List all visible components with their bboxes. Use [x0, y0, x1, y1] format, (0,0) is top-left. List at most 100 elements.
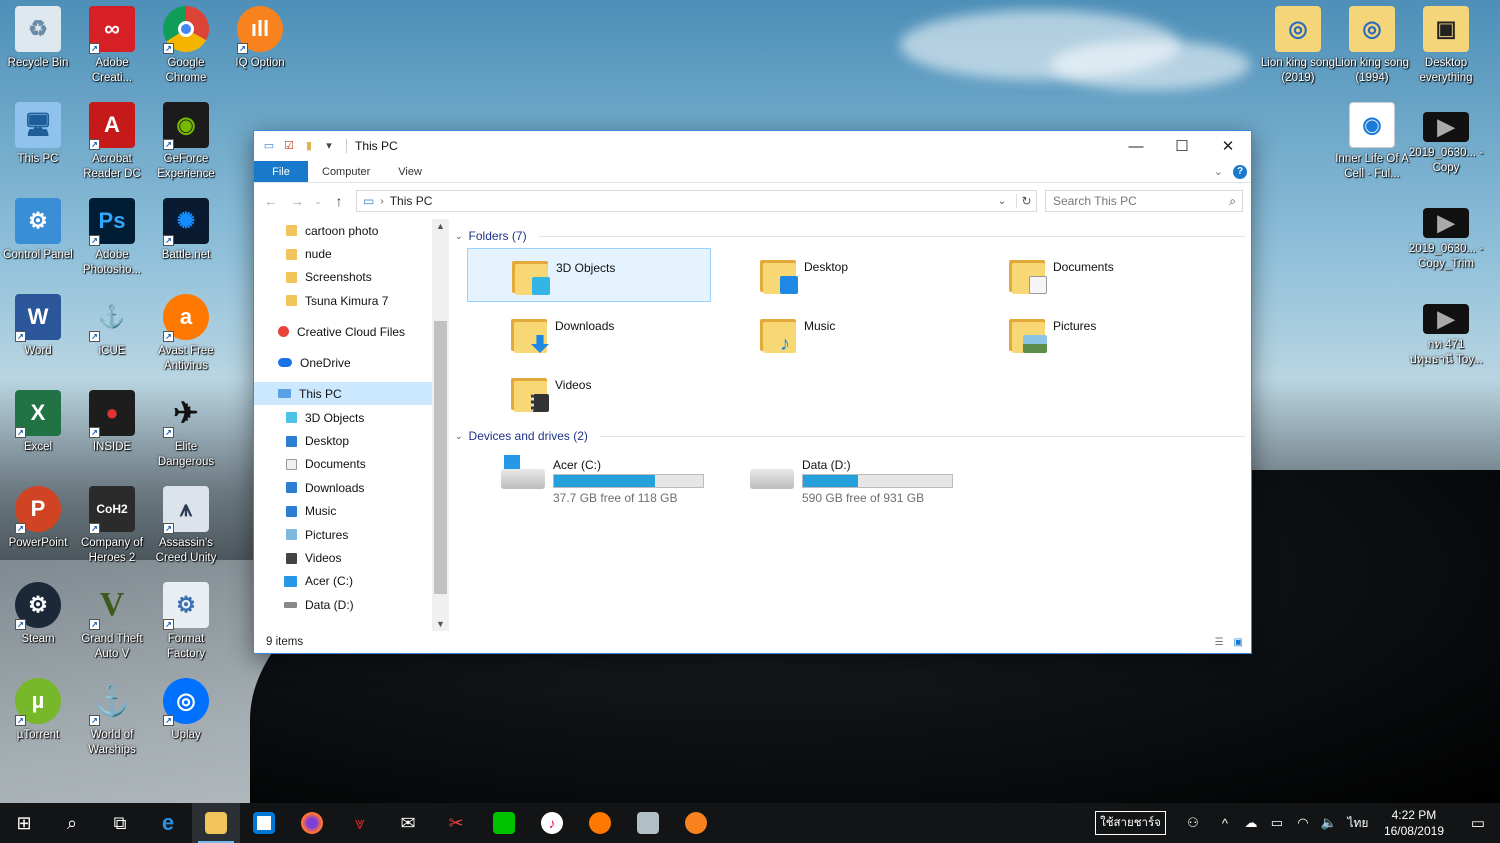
- desktop-icon-geforce[interactable]: ◉ ↗ GeForce Experience: [148, 102, 224, 182]
- tab-file[interactable]: File: [254, 161, 308, 182]
- new-folder-icon[interactable]: ▮: [302, 139, 316, 153]
- taskbar-mail[interactable]: ✉: [384, 803, 432, 843]
- desktop-icon-video-copy[interactable]: ▶ 2019_0630... - Copy: [1408, 102, 1484, 176]
- desktop-icon-photoshop[interactable]: Ps ↗ Adobe Photosho...: [74, 198, 150, 278]
- nav-item-desktop[interactable]: Desktop: [254, 429, 432, 452]
- taskbar-avast[interactable]: [576, 803, 624, 843]
- nav-item-pictures[interactable]: Pictures: [254, 523, 432, 546]
- folder-tile-3d-objects[interactable]: 3D Objects: [467, 248, 711, 302]
- drive-tile-data-d[interactable]: Data (D:) 590 GB free of 931 GB: [750, 451, 953, 505]
- nav-item-onedrive[interactable]: OneDrive: [254, 351, 432, 374]
- onedrive-tray-icon[interactable]: ☁: [1240, 815, 1262, 831]
- nav-item-screenshots[interactable]: Screenshots: [254, 266, 432, 289]
- refresh-icon[interactable]: ↻: [1016, 194, 1036, 208]
- taskbar-snipping[interactable]: ✂: [432, 803, 480, 843]
- back-arrow-icon[interactable]: ←: [262, 193, 280, 209]
- recent-locations-icon[interactable]: ⌄: [314, 196, 322, 207]
- nav-item-downloads[interactable]: Downloads: [254, 476, 432, 499]
- up-arrow-icon[interactable]: ↑: [330, 193, 348, 209]
- desktop-icon-lion-king-2019[interactable]: ◎ Lion king song (2019): [1260, 6, 1336, 86]
- help-icon[interactable]: ?: [1233, 164, 1247, 179]
- nav-item-3d-objects[interactable]: 3D Objects: [254, 406, 432, 429]
- collapse-chevron-icon[interactable]: ⌄: [455, 431, 463, 442]
- people-icon[interactable]: ⚇: [1182, 815, 1204, 831]
- desktop-icon-adobe-creative-cloud[interactable]: ∞ ↗ Adobe Creati...: [74, 6, 150, 86]
- start-button[interactable]: ⊞: [0, 803, 48, 843]
- folder-tile-music[interactable]: ♪ Music: [716, 307, 960, 361]
- scroll-up-icon[interactable]: ▲: [432, 221, 449, 231]
- desktop-icon-recycle-bin[interactable]: ♻ Recycle Bin: [0, 6, 76, 71]
- nav-item-cartoon-photo[interactable]: cartoon photo: [254, 219, 432, 242]
- desktop-icon-format-factory[interactable]: ⚙ ↗ Format Factory: [148, 582, 224, 662]
- navigation-pane[interactable]: cartoon photo nude Screenshots Tsuna Kim…: [254, 219, 449, 631]
- ime-indicator[interactable]: ใช้สายชาร์จ: [1095, 811, 1166, 835]
- nav-item-creative-cloud[interactable]: Creative Cloud Files: [254, 320, 432, 343]
- taskbar-firefox[interactable]: [288, 803, 336, 843]
- desktop-icon-icue[interactable]: ⚓ ↗ iCUE: [74, 294, 150, 359]
- properties-icon[interactable]: ☑: [282, 139, 296, 153]
- address-bar[interactable]: ▭ › This PC ⌄ ↻: [356, 190, 1037, 212]
- taskbar-line[interactable]: [480, 803, 528, 843]
- desktop-icon-acrobat[interactable]: A ↗ Acrobat Reader DC: [74, 102, 150, 182]
- desktop-icon-this-pc[interactable]: 🖥 This PC: [0, 102, 76, 167]
- desktop-icon-google-chrome[interactable]: ↗ Google Chrome: [148, 6, 224, 86]
- desktop-icon-powerpoint[interactable]: P ↗ PowerPoint: [0, 486, 76, 551]
- nav-item-tsuna-kimura[interactable]: Tsuna Kimura 7: [254, 289, 432, 312]
- devices-group-header[interactable]: ⌄ Devices and drives (2): [455, 429, 1245, 443]
- close-button[interactable]: ✕: [1205, 131, 1251, 161]
- drive-tile-acer-c[interactable]: Acer (C:) 37.7 GB free of 118 GB: [501, 451, 704, 505]
- customize-dropdown-icon[interactable]: ▾: [322, 139, 336, 153]
- search-input[interactable]: Search This PC ⌕: [1045, 190, 1243, 212]
- desktop-icon-world-of-warships[interactable]: ⚓ ↗ World of Warships: [74, 678, 150, 758]
- nav-item-this-pc[interactable]: This PC: [254, 382, 432, 406]
- collapse-chevron-icon[interactable]: ⌄: [455, 231, 463, 242]
- breadcrumb-separator-icon[interactable]: ›: [380, 196, 383, 207]
- taskbar-iq-option[interactable]: [672, 803, 720, 843]
- taskbar-file-explorer[interactable]: [192, 803, 240, 843]
- wifi-icon[interactable]: ◠: [1292, 815, 1314, 831]
- nav-item-music[interactable]: Music: [254, 500, 432, 523]
- scroll-down-icon[interactable]: ▼: [432, 619, 449, 629]
- clock[interactable]: 4:22 PM 16/08/2019: [1384, 807, 1444, 839]
- language-indicator[interactable]: ไทย: [1344, 814, 1372, 833]
- taskbar-store[interactable]: [240, 803, 288, 843]
- tab-view[interactable]: View: [384, 161, 436, 182]
- content-pane[interactable]: ⌄ Folders (7) 3D Objects Desktop Documen…: [449, 219, 1251, 631]
- desktop-icon-thai-video[interactable]: ▶ กท 471 ปทุมธานี Toy...: [1408, 294, 1484, 368]
- file-explorer-window[interactable]: ▭ ☑ ▮ ▾ This PC — ☐ ✕ File Computer View…: [253, 130, 1252, 654]
- desktop-icon-battlenet[interactable]: ✺ ↗ Battle.net: [148, 198, 224, 263]
- desktop-icon-company-of-heroes[interactable]: CoH2 ↗ Company of Heroes 2: [74, 486, 150, 566]
- task-view-button[interactable]: ⧉: [96, 803, 144, 843]
- action-center-icon[interactable]: ▭: [1456, 814, 1500, 832]
- taskbar-edge[interactable]: e: [144, 803, 192, 843]
- minimize-button[interactable]: —: [1113, 131, 1159, 161]
- desktop-icon-assassins-creed[interactable]: ⩚ ↗ Assassin's Creed Unity: [148, 486, 224, 566]
- folder-tile-desktop[interactable]: Desktop: [716, 248, 960, 302]
- taskbar-predator[interactable]: ⩔: [336, 803, 384, 843]
- nav-item-nude[interactable]: nude: [254, 242, 432, 265]
- taskbar-devices[interactable]: [624, 803, 672, 843]
- desktop-icon-lion-king-1994[interactable]: ◎ Lion king song (1994): [1334, 6, 1410, 86]
- desktop-icon-control-panel[interactable]: ⚙ Control Panel: [0, 198, 76, 263]
- nav-item-acer-c[interactable]: Acer (C:): [254, 570, 432, 593]
- folder-tile-pictures[interactable]: Pictures: [965, 307, 1209, 361]
- breadcrumb-this-pc[interactable]: This PC: [390, 194, 433, 208]
- nav-pane-scrollbar[interactable]: ▲ ▼: [432, 219, 449, 631]
- search-button[interactable]: ⌕: [48, 803, 96, 843]
- title-bar[interactable]: ▭ ☑ ▮ ▾ This PC — ☐ ✕: [254, 131, 1251, 161]
- desktop-icon-steam[interactable]: ⚙ ↗ Steam: [0, 582, 76, 647]
- folder-tile-videos[interactable]: Videos: [467, 366, 711, 420]
- desktop-icon-iq-option[interactable]: ıll ↗ IQ Option: [222, 6, 298, 71]
- taskbar-itunes[interactable]: ♪: [528, 803, 576, 843]
- scrollbar-thumb[interactable]: [434, 321, 447, 594]
- forward-arrow-icon[interactable]: →: [288, 193, 306, 209]
- desktop-icon-avast[interactable]: a ↗ Avast Free Antivirus: [148, 294, 224, 374]
- nav-item-data-d[interactable]: Data (D:): [254, 593, 432, 616]
- desktop-icon-excel[interactable]: X ↗ Excel: [0, 390, 76, 455]
- tab-computer[interactable]: Computer: [308, 161, 384, 182]
- maximize-button[interactable]: ☐: [1159, 131, 1205, 161]
- desktop-icon-desktop-everything[interactable]: ▣ Desktop everything: [1408, 6, 1484, 86]
- desktop-icon-utorrent[interactable]: µ ↗ µTorrent: [0, 678, 76, 743]
- large-icons-view-icon[interactable]: ▣: [1234, 637, 1243, 648]
- volume-icon[interactable]: 🔈: [1318, 815, 1340, 831]
